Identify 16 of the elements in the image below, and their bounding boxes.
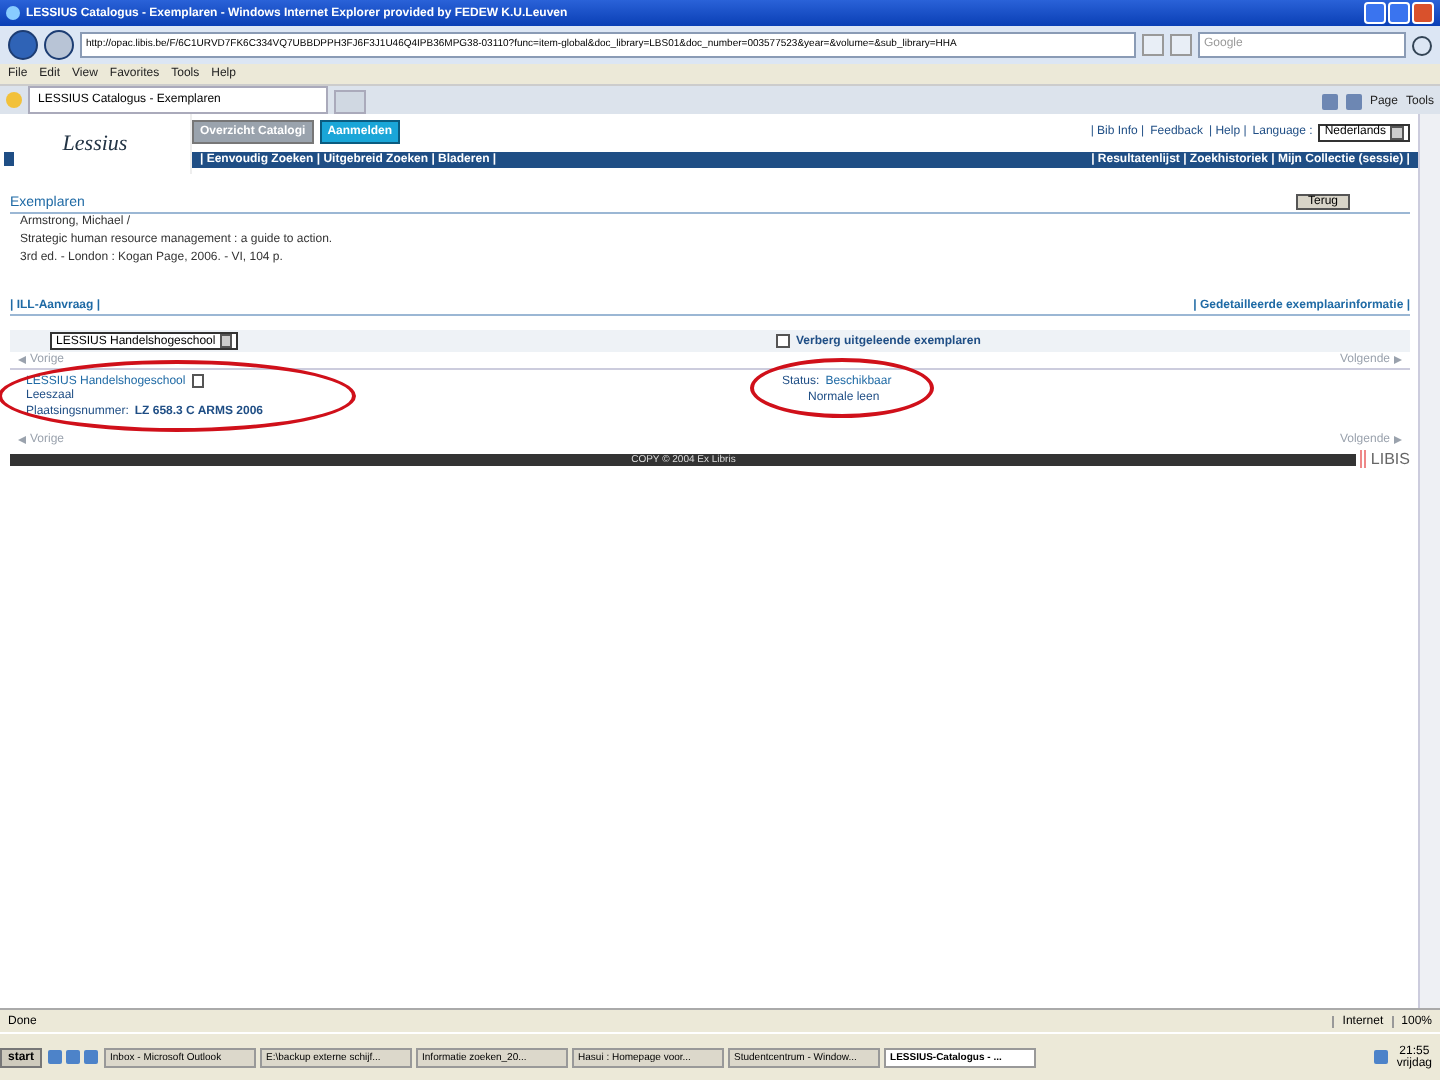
libis-logo[interactable]: LIBIS xyxy=(1360,450,1410,468)
forward-button[interactable] xyxy=(44,30,74,60)
right-arrow-icon[interactable] xyxy=(1394,356,1402,364)
nav-marker xyxy=(4,152,14,166)
document-icon[interactable] xyxy=(191,374,204,388)
hide-checkbox[interactable] xyxy=(776,334,790,348)
maximize-button[interactable] xyxy=(1388,2,1410,24)
browser-icon xyxy=(6,6,20,20)
left-arrow-icon[interactable] xyxy=(18,356,26,364)
tray-icon[interactable] xyxy=(1374,1050,1389,1064)
right-arrow-icon[interactable] xyxy=(1394,436,1402,444)
minimize-button[interactable] xyxy=(1364,2,1386,24)
left-arrow-icon[interactable] xyxy=(18,436,26,444)
back-button[interactable] xyxy=(8,30,38,60)
scrollbar[interactable] xyxy=(1418,114,1440,1008)
close-button[interactable] xyxy=(1412,2,1434,24)
